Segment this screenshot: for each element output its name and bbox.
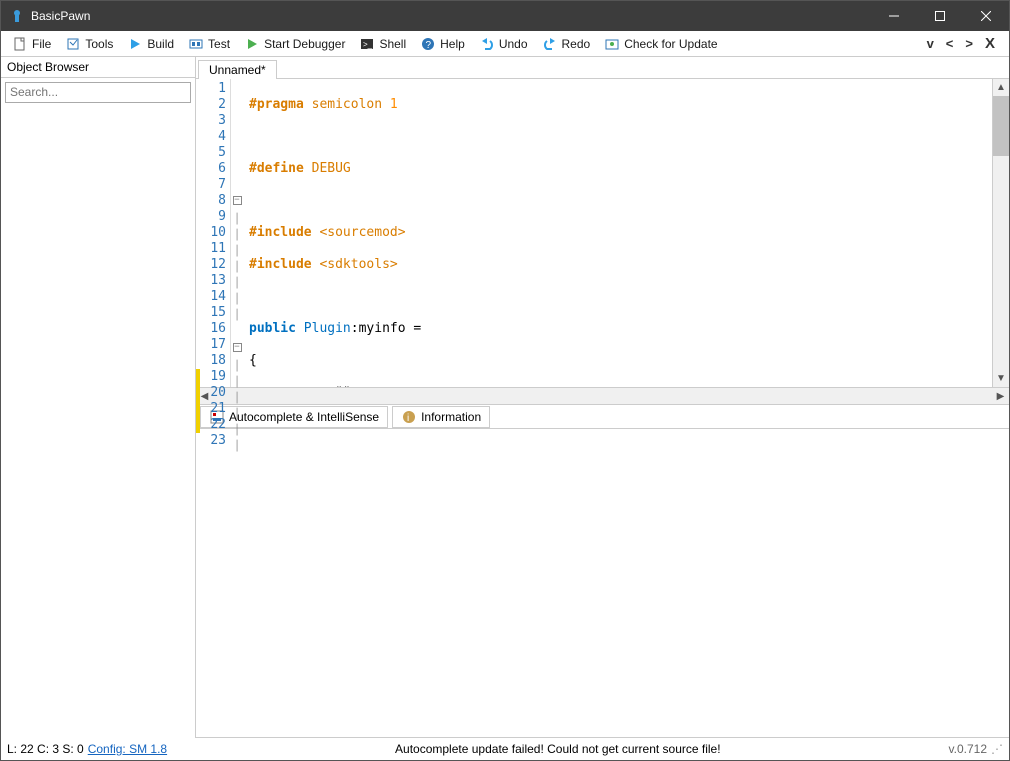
line-gutter: 1234567891011121314151617181920212223 bbox=[201, 79, 231, 387]
close-button[interactable] bbox=[963, 1, 1009, 31]
nav-close[interactable]: X bbox=[979, 35, 1001, 52]
test-icon bbox=[188, 36, 204, 52]
play-icon bbox=[127, 36, 143, 52]
caret-position: L: 22 C: 3 S: 0 bbox=[7, 742, 84, 756]
help-icon: ? bbox=[420, 36, 436, 52]
object-browser-header: Object Browser bbox=[1, 57, 195, 78]
config-link[interactable]: Config: SM 1.8 bbox=[88, 742, 167, 756]
titlebar: BasicPawn bbox=[1, 1, 1009, 31]
tools-menu[interactable]: Tools bbox=[59, 34, 119, 54]
resize-grip-icon[interactable]: ⋰ bbox=[991, 742, 1003, 756]
test-button[interactable]: Test bbox=[182, 34, 236, 54]
svg-text:>_: >_ bbox=[363, 40, 373, 49]
tools-icon bbox=[65, 36, 81, 52]
svg-text:?: ? bbox=[426, 40, 432, 51]
horizontal-scrollbar[interactable]: ◀▶ bbox=[196, 387, 1009, 404]
minimize-button[interactable] bbox=[871, 1, 917, 31]
undo-button[interactable]: Undo bbox=[473, 34, 534, 54]
tab-information[interactable]: iInformation bbox=[392, 406, 490, 428]
editor-tabstrip: Unnamed* bbox=[196, 57, 1009, 79]
code-area[interactable]: #pragma semicolon 1 #define DEBUG #inclu… bbox=[243, 79, 992, 387]
debugger-button[interactable]: Start Debugger bbox=[238, 34, 351, 54]
window-title: BasicPawn bbox=[31, 9, 90, 23]
statusbar: L: 22 C: 3 S: 0 Config: SM 1.8 Autocompl… bbox=[1, 738, 1009, 760]
redo-icon bbox=[542, 36, 558, 52]
redo-button[interactable]: Redo bbox=[536, 34, 597, 54]
tab-autocomplete[interactable]: Autocomplete & IntelliSense bbox=[200, 406, 388, 428]
object-browser-panel: Object Browser bbox=[1, 57, 196, 738]
shell-icon: >_ bbox=[359, 36, 375, 52]
version-label: v.0.712 bbox=[949, 742, 987, 756]
bottom-tabstrip: Autocomplete & IntelliSense iInformation bbox=[196, 404, 1009, 429]
search-input[interactable] bbox=[10, 85, 186, 99]
update-icon bbox=[604, 36, 620, 52]
fold-column[interactable]: − │││││││ − ││││││ bbox=[231, 79, 243, 387]
search-box[interactable] bbox=[5, 82, 191, 103]
update-button[interactable]: Check for Update bbox=[598, 34, 723, 54]
app-icon bbox=[9, 8, 25, 24]
toolbar: File Tools Build Test Start Debugger >_S… bbox=[1, 31, 1009, 57]
maximize-button[interactable] bbox=[917, 1, 963, 31]
app-window: BasicPawn File Tools Build Test Start De… bbox=[0, 0, 1010, 761]
vertical-scrollbar[interactable]: ▲ ▼ bbox=[992, 79, 1009, 387]
nav-forward[interactable]: > bbox=[959, 36, 979, 51]
undo-icon bbox=[479, 36, 495, 52]
bug-icon bbox=[244, 36, 260, 52]
editor-tab[interactable]: Unnamed* bbox=[198, 60, 277, 79]
info-icon: i bbox=[401, 409, 417, 425]
bottom-panel bbox=[196, 429, 1009, 738]
file-menu[interactable]: File bbox=[6, 34, 57, 54]
file-icon bbox=[12, 36, 28, 52]
svg-text:i: i bbox=[407, 413, 409, 424]
shell-button[interactable]: >_Shell bbox=[353, 34, 412, 54]
code-editor[interactable]: 1234567891011121314151617181920212223 − … bbox=[196, 79, 1009, 387]
build-button[interactable]: Build bbox=[121, 34, 180, 54]
nav-down[interactable]: v bbox=[921, 36, 940, 51]
help-button[interactable]: ?Help bbox=[414, 34, 471, 54]
nav-back[interactable]: < bbox=[940, 36, 960, 51]
status-message: Autocomplete update failed! Could not ge… bbox=[167, 742, 948, 756]
